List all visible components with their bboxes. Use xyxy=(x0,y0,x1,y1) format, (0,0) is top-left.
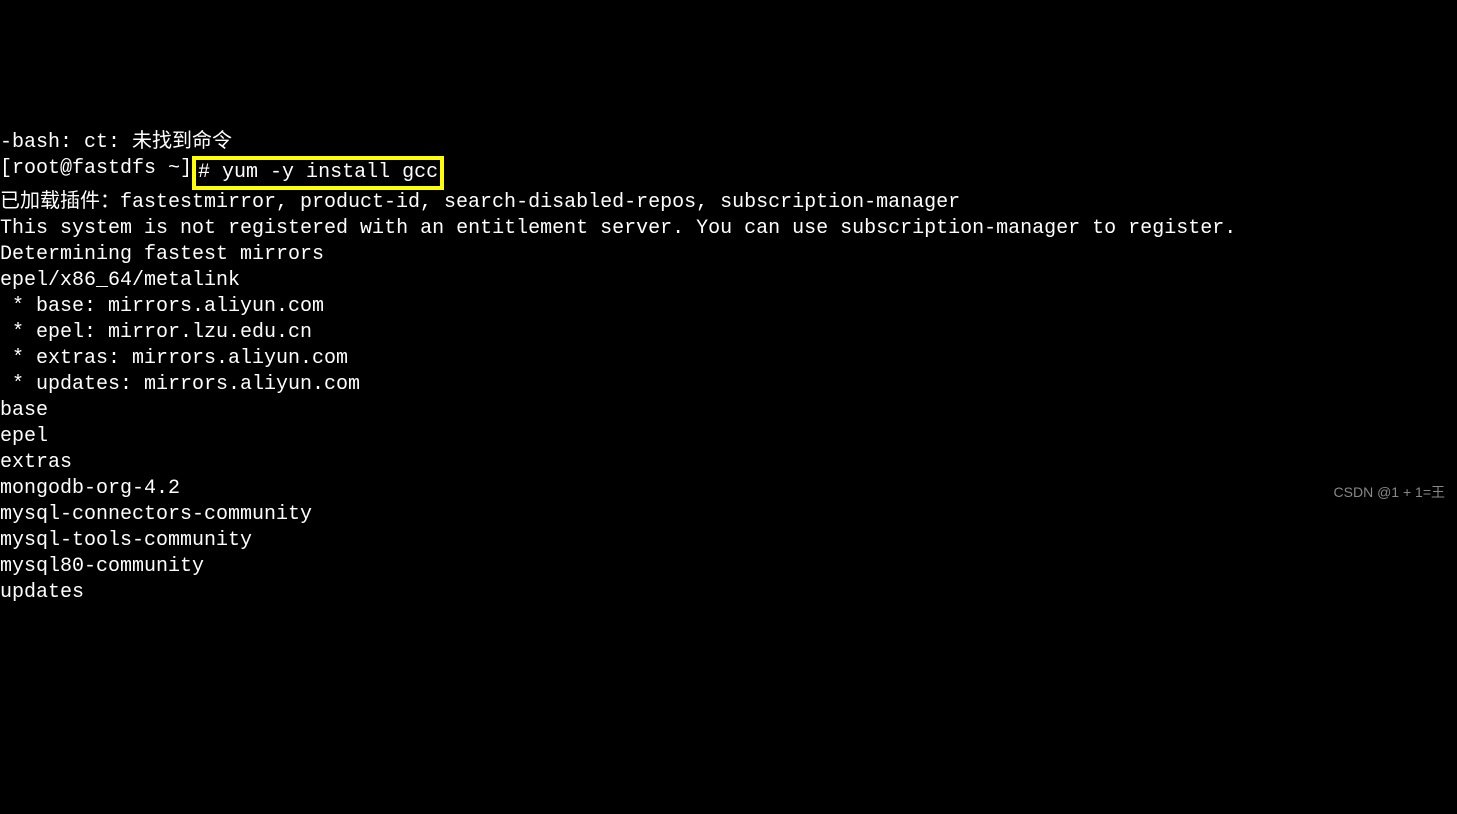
prompt-prefix: [root@fastdfs ~] xyxy=(0,156,192,182)
output-line: epel/x86_64/metalink xyxy=(0,268,1457,294)
output-line: This system is not registered with an en… xyxy=(0,216,1457,242)
output-line: Determining fastest mirrors xyxy=(0,242,1457,268)
output-line: base xyxy=(0,398,1457,424)
prompt-symbol: # xyxy=(198,161,222,184)
output-line: mongodb-org-4.2 xyxy=(0,476,1457,502)
highlighted-command: # yum -y install gcc xyxy=(192,156,444,190)
output-line: * base: mirrors.aliyun.com xyxy=(0,294,1457,320)
output-line: mysql80-community xyxy=(0,554,1457,580)
watermark-text: CSDN @1 + 1=王 xyxy=(1334,483,1445,501)
output-line: updates xyxy=(0,580,1457,606)
command-text: yum -y install gcc xyxy=(222,161,438,184)
output-line: epel xyxy=(0,424,1457,450)
output-line: 已加载插件：fastestmirror, product-id, search-… xyxy=(0,190,1457,216)
output-line: * extras: mirrors.aliyun.com xyxy=(0,346,1457,372)
output-line: * updates: mirrors.aliyun.com xyxy=(0,372,1457,398)
output-line: -bash: ct: 未找到命令 xyxy=(0,130,1457,156)
command-line: [root@fastdfs ~]# yum -y install gcc xyxy=(0,156,1457,190)
output-line: * epel: mirror.lzu.edu.cn xyxy=(0,320,1457,346)
output-line: mysql-connectors-community xyxy=(0,502,1457,528)
terminal-output[interactable]: -bash: ct: 未找到命令[root@fastdfs ~]# yum -y… xyxy=(0,104,1457,632)
output-line: extras xyxy=(0,450,1457,476)
output-line: mysql-tools-community xyxy=(0,528,1457,554)
